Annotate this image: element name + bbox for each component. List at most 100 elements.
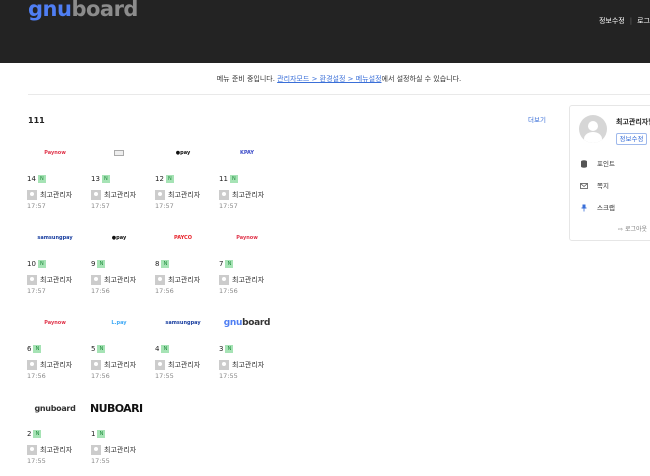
sidebar-item-point[interactable]: 포인트 xyxy=(580,158,615,168)
item-num-text: 8 xyxy=(155,260,160,268)
item-num-text: 7 xyxy=(219,260,224,268)
avatar-icon xyxy=(91,190,101,200)
item-num-text: 13 xyxy=(91,175,100,183)
avatar-icon xyxy=(27,360,37,370)
item-number: 9N xyxy=(91,260,106,268)
item-number: 1N xyxy=(91,430,106,438)
edit-info-button[interactable]: 정보수정 xyxy=(616,133,647,145)
avatar-icon xyxy=(27,275,37,285)
avatar-icon xyxy=(155,360,165,370)
database-icon xyxy=(580,160,588,168)
item-author[interactable]: 최고관리자 xyxy=(91,190,136,200)
avatar-icon xyxy=(155,190,165,200)
item-num-text: 14 xyxy=(27,175,36,183)
item-author[interactable]: 최고관리자 xyxy=(27,445,72,455)
item-num-text: 6 xyxy=(27,345,32,353)
new-icon: N xyxy=(161,345,170,353)
item-num-text: 11 xyxy=(219,175,228,183)
item-author[interactable]: 최고관리자 xyxy=(219,275,264,285)
item-num-text: 4 xyxy=(155,345,160,353)
gallery-item[interactable]: PAYCO 8N 최고관리자 17:56 xyxy=(152,220,216,304)
item-time: 17:55 xyxy=(219,372,238,380)
notice-suffix: 에서 설정하실 수 있습니다. xyxy=(381,75,462,83)
thumbnail[interactable]: KPAY xyxy=(218,135,276,171)
item-author[interactable]: 최고관리자 xyxy=(219,190,264,200)
sidebar-item-scrap[interactable]: 스크랩 xyxy=(580,202,615,212)
thumbnail[interactable]: Paynow xyxy=(26,305,84,341)
item-time: 17:55 xyxy=(155,372,174,380)
thumbnail[interactable]: Paynow xyxy=(218,220,276,256)
menu-settings-link[interactable]: 관리자모드 > 환경설정 > 메뉴설정 xyxy=(277,75,381,83)
thumbnail[interactable]: Paynow xyxy=(26,135,84,171)
gallery-item[interactable]: gnuboard 2N 최고관리자 17:55 xyxy=(24,390,88,474)
thumbnail[interactable]: PAYCO xyxy=(154,220,212,256)
gallery-item[interactable]: Paynow 14 N 최고관리자 17:57 xyxy=(24,135,88,219)
thumbnail[interactable]: ●pay xyxy=(90,220,148,256)
item-author[interactable]: 최고관리자 xyxy=(155,275,200,285)
gallery-item[interactable]: samsungpay 10 N 최고관리자 17:57 xyxy=(24,220,88,304)
author-name: 최고관리자 xyxy=(40,446,73,454)
logout-link[interactable]: 로그 xyxy=(637,16,650,26)
author-name: 최고관리자 xyxy=(232,191,265,199)
item-time: 17:56 xyxy=(155,287,174,295)
site-logo[interactable]: gnuboard xyxy=(28,0,138,24)
thumbnail[interactable]: L.pay xyxy=(90,305,148,341)
sidebar-item-memo[interactable]: 쪽지 xyxy=(580,180,609,190)
item-author[interactable]: 최고관리자 xyxy=(219,360,264,370)
gallery-item[interactable]: samsungpay 4N 최고관리자 17:55 xyxy=(152,305,216,389)
gallery-item[interactable]: ●pay 12 N 최고관리자 17:57 xyxy=(152,135,216,219)
top-links: 정보수정 | 로그 xyxy=(599,16,650,26)
sidebar-item-label: 포인트 xyxy=(597,160,615,168)
item-author[interactable]: 최고관리자 xyxy=(155,190,200,200)
thumbnail[interactable]: gnuboard xyxy=(218,305,276,341)
item-author[interactable]: 최고관리자 xyxy=(91,445,136,455)
gallery-item[interactable]: gnu board 3N 최고관리자 17:55 xyxy=(216,305,280,389)
logout-icon: ⇨ xyxy=(618,226,625,233)
thumbnail[interactable]: samsungpay xyxy=(26,220,84,256)
item-author[interactable]: 최고관리자 xyxy=(91,360,136,370)
author-name: 최고관리자 xyxy=(232,361,265,369)
gallery-item[interactable]: 13 N 최고관리자 17:57 xyxy=(88,135,152,219)
link-divider: | xyxy=(629,17,633,25)
envelope-icon xyxy=(580,182,588,190)
edit-profile-link[interactable]: 정보수정 xyxy=(599,16,625,26)
profile-avatar[interactable] xyxy=(579,115,607,143)
avatar-icon xyxy=(219,360,229,370)
item-number: 13 N xyxy=(91,175,110,183)
item-author[interactable]: 최고관리자 xyxy=(27,190,72,200)
thumbnail[interactable] xyxy=(90,135,148,171)
gallery-item[interactable]: L.pay 5N 최고관리자 17:56 xyxy=(88,305,152,389)
avatar-icon xyxy=(27,190,37,200)
gallery-item[interactable]: KPAY 11 N 최고관리자 17:57 xyxy=(216,135,280,219)
avatar-icon xyxy=(91,445,101,455)
author-name: 최고관리자 xyxy=(104,361,137,369)
gallery-item[interactable]: Paynow 6N 최고관리자 17:56 xyxy=(24,305,88,389)
thumbnail[interactable]: samsungpay xyxy=(154,305,212,341)
item-number: 4N xyxy=(155,345,170,353)
thumbnail[interactable]: ●pay xyxy=(154,135,212,171)
thumbnail[interactable]: NUBOARI xyxy=(90,390,148,426)
new-icon: N xyxy=(225,345,234,353)
item-time: 17:57 xyxy=(155,202,174,210)
author-name: 최고관리자 xyxy=(232,276,265,284)
sidebar-logout[interactable]: ⇨ 로그아웃 xyxy=(618,224,647,233)
item-author[interactable]: 최고관리자 xyxy=(27,360,72,370)
item-number: 11 N xyxy=(219,175,238,183)
author-name: 최고관리자 xyxy=(104,191,137,199)
gallery-item[interactable]: NUBOARI 1N 최고관리자 17:55 xyxy=(88,390,152,474)
item-author[interactable]: 최고관리자 xyxy=(91,275,136,285)
avatar-icon xyxy=(219,190,229,200)
gallery-item[interactable]: ●pay 9N 최고관리자 17:56 xyxy=(88,220,152,304)
more-link[interactable]: 더보기 xyxy=(528,114,546,124)
gallery-item[interactable]: Paynow 7N 최고관리자 17:56 xyxy=(216,220,280,304)
item-author[interactable]: 최고관리자 xyxy=(27,275,72,285)
board-title[interactable]: 111 xyxy=(28,116,45,125)
avatar-icon xyxy=(219,275,229,285)
sidebar-item-label: 스크랩 xyxy=(597,204,615,212)
logo-board: board xyxy=(71,0,138,21)
item-author[interactable]: 최고관리자 xyxy=(155,360,200,370)
thumbnail[interactable]: gnuboard xyxy=(26,390,84,426)
item-time: 17:57 xyxy=(91,202,110,210)
item-number: 2N xyxy=(27,430,42,438)
item-num-text: 5 xyxy=(91,345,96,353)
